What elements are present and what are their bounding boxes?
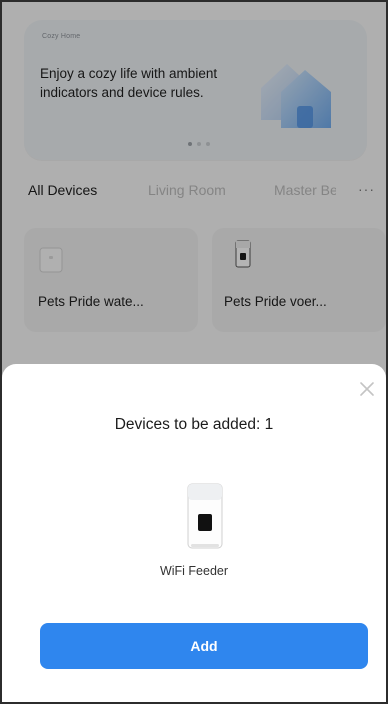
close-icon[interactable] (358, 380, 376, 398)
sheet-title: Devices to be added: 1 (114, 416, 274, 433)
phone-screen: Cozy Home Enjoy a cozy life with ambient… (0, 0, 388, 704)
wifi-feeder-icon (187, 483, 223, 549)
add-device-sheet: Devices to be added: 1 WiFi Feeder Add (2, 364, 386, 702)
add-button[interactable]: Add (40, 623, 368, 669)
device-label: WiFi Feeder (159, 564, 229, 578)
